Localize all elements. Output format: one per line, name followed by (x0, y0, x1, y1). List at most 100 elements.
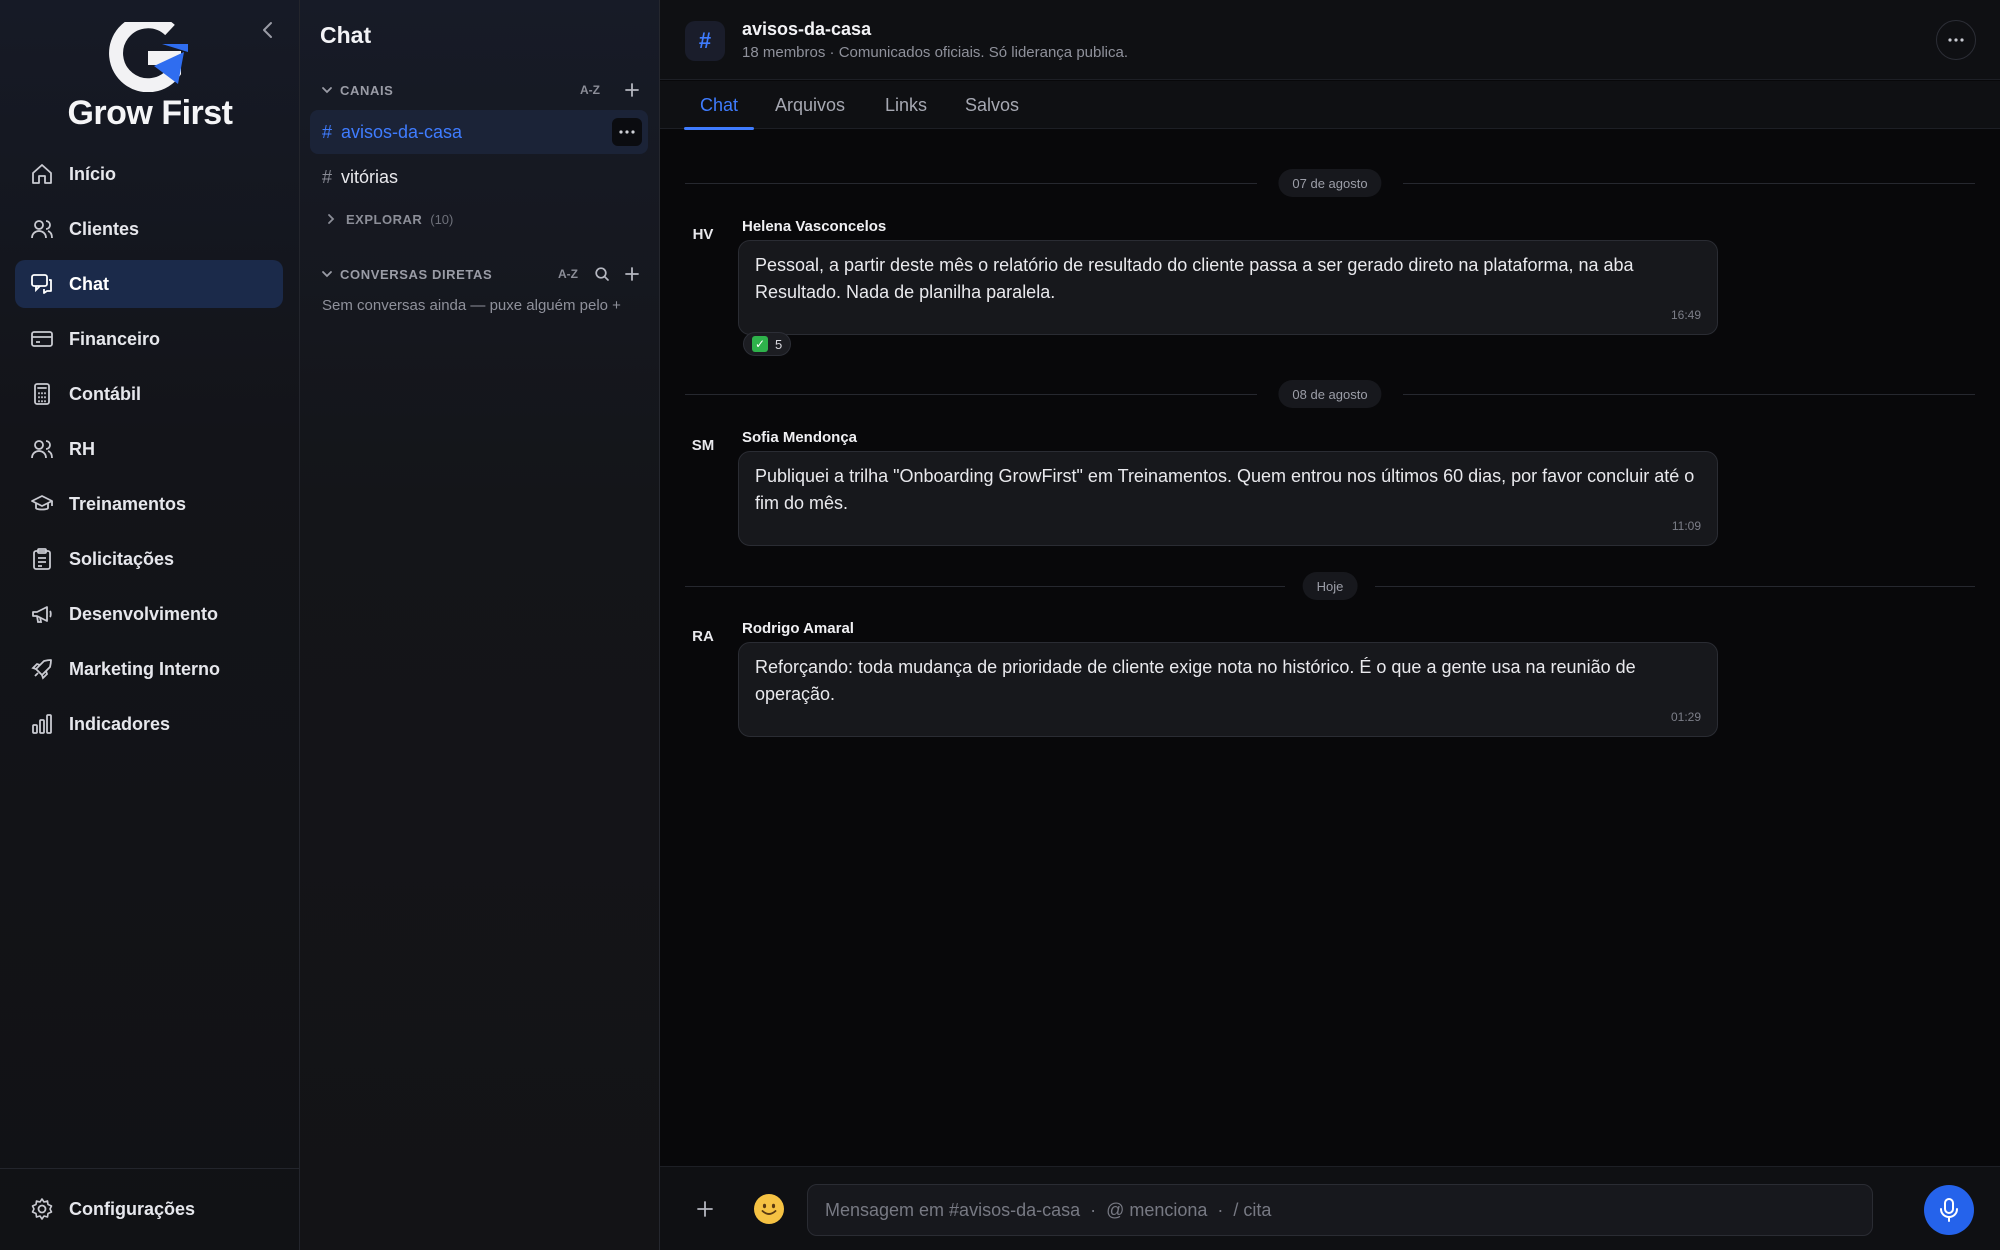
channel-title: avisos-da-casa (742, 19, 872, 39)
nav-item-label: Solicitações (69, 548, 175, 569)
nav-item-label: Treinamentos (69, 493, 187, 514)
nav-item-marketing-interno[interactable]: Marketing Interno (15, 645, 283, 693)
date-label: Hoje (1302, 572, 1358, 600)
smiley-icon (756, 1196, 782, 1222)
nav-item-indicadores[interactable]: Indicadores (15, 700, 283, 748)
tab-chat[interactable]: Chat (684, 81, 755, 130)
nav-item-label: Contábil (69, 383, 141, 404)
nav-item-rh[interactable]: RH (15, 425, 283, 473)
brand-name: Grow First (67, 94, 233, 132)
channels-section-header[interactable]: CANAIS A-Z (320, 78, 642, 102)
nav-item-label: Clientes (69, 218, 140, 239)
message-bubble: Pessoal, a partir deste mês o relatório … (738, 240, 1718, 335)
main-sidebar: Grow First Início Clientes Chat Financei… (0, 0, 300, 1250)
date-separator: 07 de agosto (685, 169, 1975, 197)
direct-messages-section-header[interactable]: CONVERSAS DIRETAS A-Z (320, 262, 642, 286)
message-author: Rodrigo Amaral (742, 620, 854, 637)
reaction-badge[interactable]: ✓ 5 (743, 332, 792, 356)
clipboard-icon (29, 546, 55, 572)
search-icon (595, 267, 609, 281)
nav-item-solicitacoes[interactable]: Solicitações (15, 535, 283, 583)
nav-item-contabil[interactable]: Contábil (15, 370, 283, 418)
plus-icon (697, 1201, 713, 1217)
explore-count: (10) (430, 211, 454, 227)
message: SM Sofia Mendonça Publiquei a trilha "On… (685, 429, 1975, 554)
attach-button[interactable] (690, 1194, 720, 1224)
voice-message-button[interactable] (1924, 1185, 1974, 1235)
credit-card-icon (29, 326, 55, 352)
sidebar-divider (0, 1168, 300, 1169)
graduation-cap-icon (29, 491, 55, 517)
channel-menu-button[interactable] (1936, 20, 1976, 60)
grow-first-logo-mark (109, 22, 188, 92)
message-time: 11:09 (1671, 519, 1701, 533)
explore-channels-toggle[interactable]: EXPLORAR (10) (324, 208, 453, 230)
nav-item-label: Chat (69, 273, 109, 294)
chevron-left-icon (263, 22, 272, 38)
tab-salvos[interactable]: Salvos (949, 81, 1035, 129)
nav-item-inicio[interactable]: Início (15, 150, 283, 198)
avatar: HV (692, 226, 714, 243)
plus-icon (625, 83, 639, 97)
message-author: Helena Vasconcelos (742, 218, 887, 235)
nav-item-financeiro[interactable]: Financeiro (15, 315, 283, 363)
message-input[interactable] (807, 1184, 1873, 1236)
search-dm-button[interactable] (592, 264, 612, 284)
channel-description: 18 membros · Comunicados oficiais. Só li… (742, 44, 1129, 61)
message-composer (660, 1166, 2000, 1250)
channel-options-button[interactable] (612, 118, 642, 146)
megaphone-icon (29, 601, 55, 627)
message-time: 16:49 (1670, 308, 1701, 322)
nav-item-treinamentos[interactable]: Treinamentos (15, 480, 283, 528)
nav-item-clientes[interactable]: Clientes (15, 205, 283, 253)
sort-az-button[interactable]: A-Z (580, 83, 600, 97)
chat-main: # avisos-da-casa 18 membros · Comunicado… (660, 0, 2000, 1250)
chevron-down-icon (322, 271, 332, 278)
chevron-right-icon (328, 214, 335, 224)
more-horizontal-icon (1948, 38, 1964, 42)
check-mark-icon: ✓ (752, 336, 768, 352)
calculator-icon (29, 381, 55, 407)
new-dm-button[interactable] (622, 264, 642, 284)
gear-icon (29, 1196, 55, 1222)
channel-name: avisos-da-casa (341, 121, 463, 142)
message-bubble: Publiquei a trilha "Onboarding GrowFirst… (738, 451, 1718, 546)
channel-header: # avisos-da-casa 18 membros · Comunicado… (660, 0, 2000, 80)
nav-item-label: Marketing Interno (69, 658, 221, 679)
message-author: Sofia Mendonça (742, 429, 858, 446)
rocket-icon (29, 656, 55, 682)
message: RA Rodrigo Amaral Reforçando: toda mudan… (685, 620, 1975, 745)
users-icon (29, 436, 55, 462)
reaction-count: 5 (775, 336, 783, 352)
tab-arquivos[interactable]: Arquivos (759, 81, 861, 129)
add-channel-button[interactable] (622, 80, 642, 100)
users-icon (29, 216, 55, 242)
nav-item-label: Financeiro (69, 328, 161, 349)
sort-az-button[interactable]: A-Z (558, 267, 578, 281)
date-label: 07 de agosto (1278, 169, 1382, 197)
avatar: RA (692, 628, 714, 645)
collapse-sidebar-button[interactable] (256, 16, 280, 44)
chevron-down-icon (322, 87, 332, 94)
emoji-button[interactable] (754, 1194, 784, 1224)
tab-links[interactable]: Links (869, 81, 943, 129)
nav-item-label: Indicadores (69, 713, 171, 734)
direct-messages-label: CONVERSAS DIRETAS (340, 266, 493, 282)
nav-item-label: Configurações (69, 1198, 196, 1219)
microphone-icon (1940, 1198, 1958, 1222)
channels-section-label: CANAIS (340, 82, 394, 98)
message-time: 01:29 (1670, 710, 1701, 724)
more-horizontal-icon (619, 130, 635, 134)
nav-item-desenvolvimento[interactable]: Desenvolvimento (15, 590, 283, 638)
message-bubble: Reforçando: toda mudança de prioridade d… (738, 642, 1718, 737)
channel-item-avisos-da-casa[interactable]: # avisos-da-casa (310, 110, 648, 154)
date-separator: Hoje (685, 572, 1975, 600)
bar-chart-icon (29, 711, 55, 737)
hash-icon: # (322, 121, 333, 142)
message-text: Reforçando: toda mudança de prioridade d… (755, 657, 1636, 704)
nav-item-chat[interactable]: Chat (15, 260, 283, 308)
channel-name: vitórias (341, 166, 399, 187)
channel-item-vitorias[interactable]: # vitórias (310, 155, 648, 199)
panel-title: Chat (320, 22, 372, 48)
nav-item-configuracoes[interactable]: Configurações (15, 1185, 283, 1233)
